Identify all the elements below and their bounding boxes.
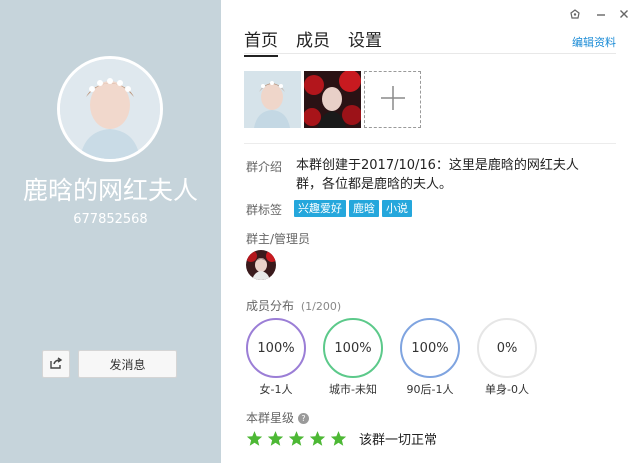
star-icon	[267, 431, 284, 446]
stat-value: 0%	[496, 340, 518, 356]
admin-avatar[interactable]	[246, 250, 276, 280]
tag-item[interactable]: 小说	[382, 200, 412, 217]
share-button[interactable]	[42, 350, 70, 378]
distribution-label: 成员分布 (1/200)	[246, 297, 341, 314]
group-photos	[244, 71, 421, 128]
stat-age: 100% 90后-1人	[400, 318, 460, 397]
stat-value: 100%	[334, 340, 372, 356]
distribution-title: 成员分布	[246, 299, 295, 313]
stat-label: 城市-未知	[329, 383, 377, 396]
rating-label: 本群星级?	[246, 409, 310, 426]
send-message-button[interactable]: 发消息	[78, 350, 177, 378]
group-photo[interactable]	[244, 71, 301, 128]
distribution-count: (1/200)	[300, 300, 342, 313]
stat-label: 90后-1人	[406, 383, 454, 396]
intro-text: 本群创建于2017/10/16：这里是鹿晗的网红夫人群，各位都是鹿晗的夫人。	[296, 158, 579, 192]
section-divider	[244, 143, 616, 144]
admins-label: 群主/管理员	[246, 232, 311, 246]
star-icon	[309, 431, 326, 446]
stat-gender: 100% 女-1人	[246, 318, 306, 397]
group-name: 鹿晗的网红夫人	[22, 176, 198, 205]
close-icon[interactable]	[616, 6, 632, 22]
stat-ring: 100%	[246, 318, 306, 378]
star-rating: 该群一切正常	[246, 429, 437, 448]
edit-profile-link[interactable]: 编辑资料	[572, 34, 616, 50]
plus-icon	[380, 85, 406, 115]
profile-panel: 鹿晗的网红夫人 677852568 发消息	[0, 0, 221, 463]
stat-label: 单身-0人	[485, 383, 529, 396]
stat-ring: 100%	[400, 318, 460, 378]
tag-item[interactable]: 鹿晗	[349, 200, 379, 217]
minimize-icon[interactable]	[593, 6, 609, 22]
skin-icon[interactable]	[567, 6, 583, 22]
group-avatar[interactable]	[57, 56, 163, 162]
star-icon	[246, 431, 263, 446]
distribution-stats: 100% 女-1人 100% 城市-未知 100% 90后-1人 0% 单身-0…	[246, 318, 554, 397]
stat-city: 100% 城市-未知	[323, 318, 383, 397]
star-icon	[288, 431, 305, 446]
stat-ring: 0%	[477, 318, 537, 378]
tag-list: 兴趣爱好 鹿晗 小说	[294, 200, 412, 217]
tag-item[interactable]: 兴趣爱好	[294, 200, 346, 217]
group-photo[interactable]	[304, 71, 361, 128]
share-icon	[49, 355, 63, 374]
rating-status: 该群一切正常	[359, 433, 438, 448]
tab-divider	[244, 53, 616, 54]
tags-label: 群标签	[246, 203, 283, 217]
stat-value: 100%	[411, 340, 449, 356]
stat-single: 0% 单身-0人	[477, 318, 537, 397]
star-icon	[330, 431, 347, 446]
add-photo-button[interactable]	[364, 71, 421, 128]
help-icon[interactable]: ?	[298, 413, 310, 424]
stars-container	[246, 430, 351, 447]
stat-label: 女-1人	[259, 383, 293, 396]
rating-title: 本群星级	[246, 411, 295, 425]
stat-value: 100%	[257, 340, 295, 356]
intro-label: 群介绍	[246, 160, 283, 174]
stat-ring: 100%	[323, 318, 383, 378]
group-id: 677852568	[73, 212, 148, 227]
